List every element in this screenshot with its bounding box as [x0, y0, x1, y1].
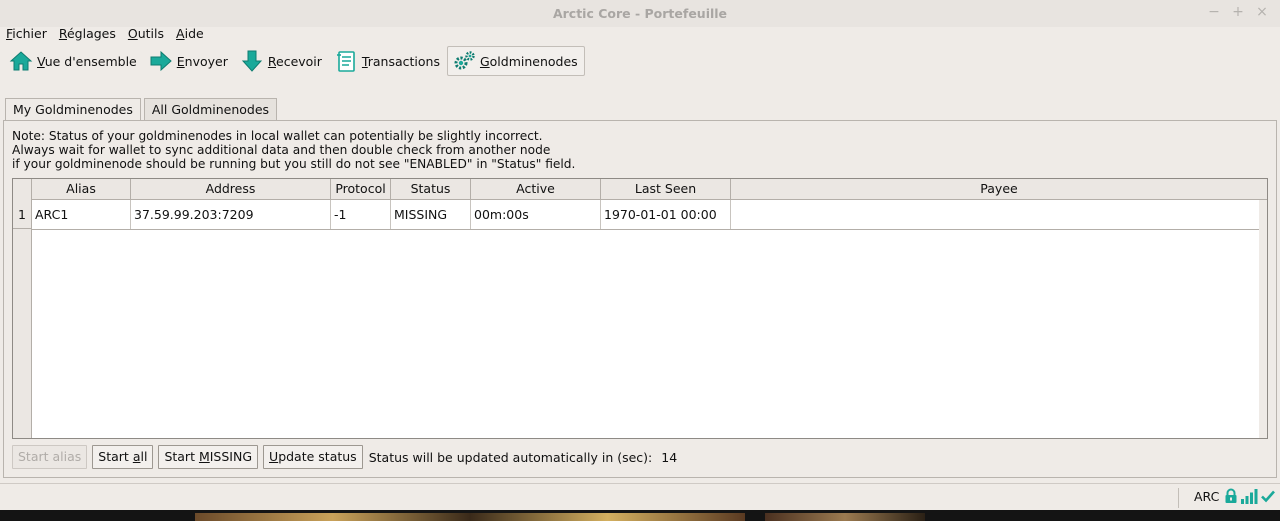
transactions-button[interactable]: Transactions — [329, 46, 447, 76]
my-goldminenodes-panel: Note: Status of your goldminenodes in lo… — [3, 120, 1277, 478]
cell-active: 00m:00s — [471, 200, 601, 229]
goldminenode-tabs: My Goldminenodes All Goldminenodes — [5, 98, 280, 121]
title-bar[interactable]: Arctic Core - Portefeuille − + × — [0, 0, 1280, 27]
main-toolbar: Vue d'ensemble Envoyer Recevoir Transact… — [4, 45, 585, 77]
wallet-window: Arctic Core - Portefeuille − + × Fichier… — [0, 0, 1280, 510]
auto-update-label: Status will be updated automatically in … — [368, 449, 653, 465]
start-alias-button[interactable]: Start alias — [12, 445, 88, 469]
receive-label: Recevoir — [267, 53, 322, 69]
tab-my-goldminenodes[interactable]: My Goldminenodes — [5, 98, 141, 121]
arrow-right-icon — [150, 50, 172, 72]
header-last-seen[interactable]: Last Seen — [601, 179, 731, 200]
cell-alias: ARC1 — [32, 200, 131, 229]
table-header: Alias Address Protocol Status Active Las… — [13, 179, 1267, 200]
auto-update-seconds: 14 — [661, 449, 678, 465]
overview-button[interactable]: Vue d'ensemble — [4, 46, 144, 76]
cell-protocol: -1 — [331, 200, 391, 229]
overview-label: Vue d'ensemble — [37, 53, 137, 69]
menu-reglages[interactable]: Réglages — [59, 26, 116, 44]
goldminenodes-button[interactable]: Goldminenodes — [446, 46, 585, 76]
header-alias[interactable]: Alias — [32, 179, 131, 200]
cell-payee — [731, 200, 1267, 229]
update-status-button[interactable]: Update status — [263, 445, 363, 469]
table-right-gutter — [1259, 200, 1267, 438]
note-line-1: Note: Status of your goldminenodes in lo… — [12, 129, 543, 143]
cell-address: 37.59.99.203:7209 — [131, 200, 331, 229]
home-icon — [9, 51, 33, 71]
maximize-button[interactable]: + — [1231, 5, 1245, 19]
header-payee[interactable]: Payee — [731, 179, 1267, 200]
tab-all-goldminenodes[interactable]: All Goldminenodes — [143, 98, 278, 120]
header-address[interactable]: Address — [131, 179, 331, 200]
status-bar: ARC — [0, 483, 1280, 510]
desktop-wallpaper-fragment-2 — [765, 513, 925, 521]
status-icons — [1222, 488, 1276, 504]
signal-bars-icon[interactable] — [1240, 488, 1258, 504]
gears-icon — [454, 51, 475, 70]
menu-aide[interactable]: Aide — [176, 26, 204, 44]
send-button[interactable]: Envoyer — [144, 46, 235, 76]
arrow-down-icon — [241, 50, 262, 72]
send-label: Envoyer — [176, 53, 228, 69]
synced-check-icon[interactable] — [1260, 488, 1276, 504]
start-missing-button[interactable]: Start MISSING — [158, 445, 259, 469]
table-row[interactable]: ARC1 37.59.99.203:7209 -1 MISSING 00m:00… — [32, 200, 1267, 230]
document-list-icon — [336, 51, 355, 72]
start-all-button[interactable]: Start all — [92, 445, 154, 469]
note-line-2: Always wait for wallet to sync additiona… — [12, 143, 551, 157]
row-number[interactable]: 1 — [13, 200, 31, 229]
action-bar: Start alias Start all Start MISSING Upda… — [12, 445, 677, 469]
header-protocol[interactable]: Protocol — [331, 179, 391, 200]
goldminenodes-table[interactable]: Alias Address Protocol Status Active Las… — [12, 178, 1268, 439]
close-button[interactable]: × — [1255, 5, 1269, 19]
desktop-wallpaper-fragment — [195, 513, 745, 521]
menu-fichier[interactable]: Fichier — [6, 26, 47, 44]
display-unit[interactable]: ARC — [1194, 489, 1219, 504]
goldminenodes-label: Goldminenodes — [479, 53, 578, 69]
header-status[interactable]: Status — [391, 179, 471, 200]
minimize-button[interactable]: − — [1207, 5, 1221, 19]
menu-outils[interactable]: Outils — [128, 26, 164, 44]
receive-button[interactable]: Recevoir — [235, 46, 329, 76]
cell-status: MISSING — [391, 200, 471, 229]
lock-icon[interactable] — [1224, 488, 1238, 504]
menu-bar: Fichier Réglages Outils Aide — [0, 26, 210, 44]
status-separator — [1178, 488, 1179, 508]
table-corner[interactable] — [13, 179, 32, 200]
transactions-label: Transactions — [361, 53, 440, 69]
row-number-column: 1 — [13, 200, 32, 438]
header-active[interactable]: Active — [471, 179, 601, 200]
window-title: Arctic Core - Portefeuille — [552, 6, 728, 21]
cell-last-seen: 1970-01-01 00:00 — [601, 200, 731, 229]
note-line-3: if your goldminenode should be running b… — [12, 157, 576, 171]
status-note: Note: Status of your goldminenodes in lo… — [12, 129, 575, 171]
